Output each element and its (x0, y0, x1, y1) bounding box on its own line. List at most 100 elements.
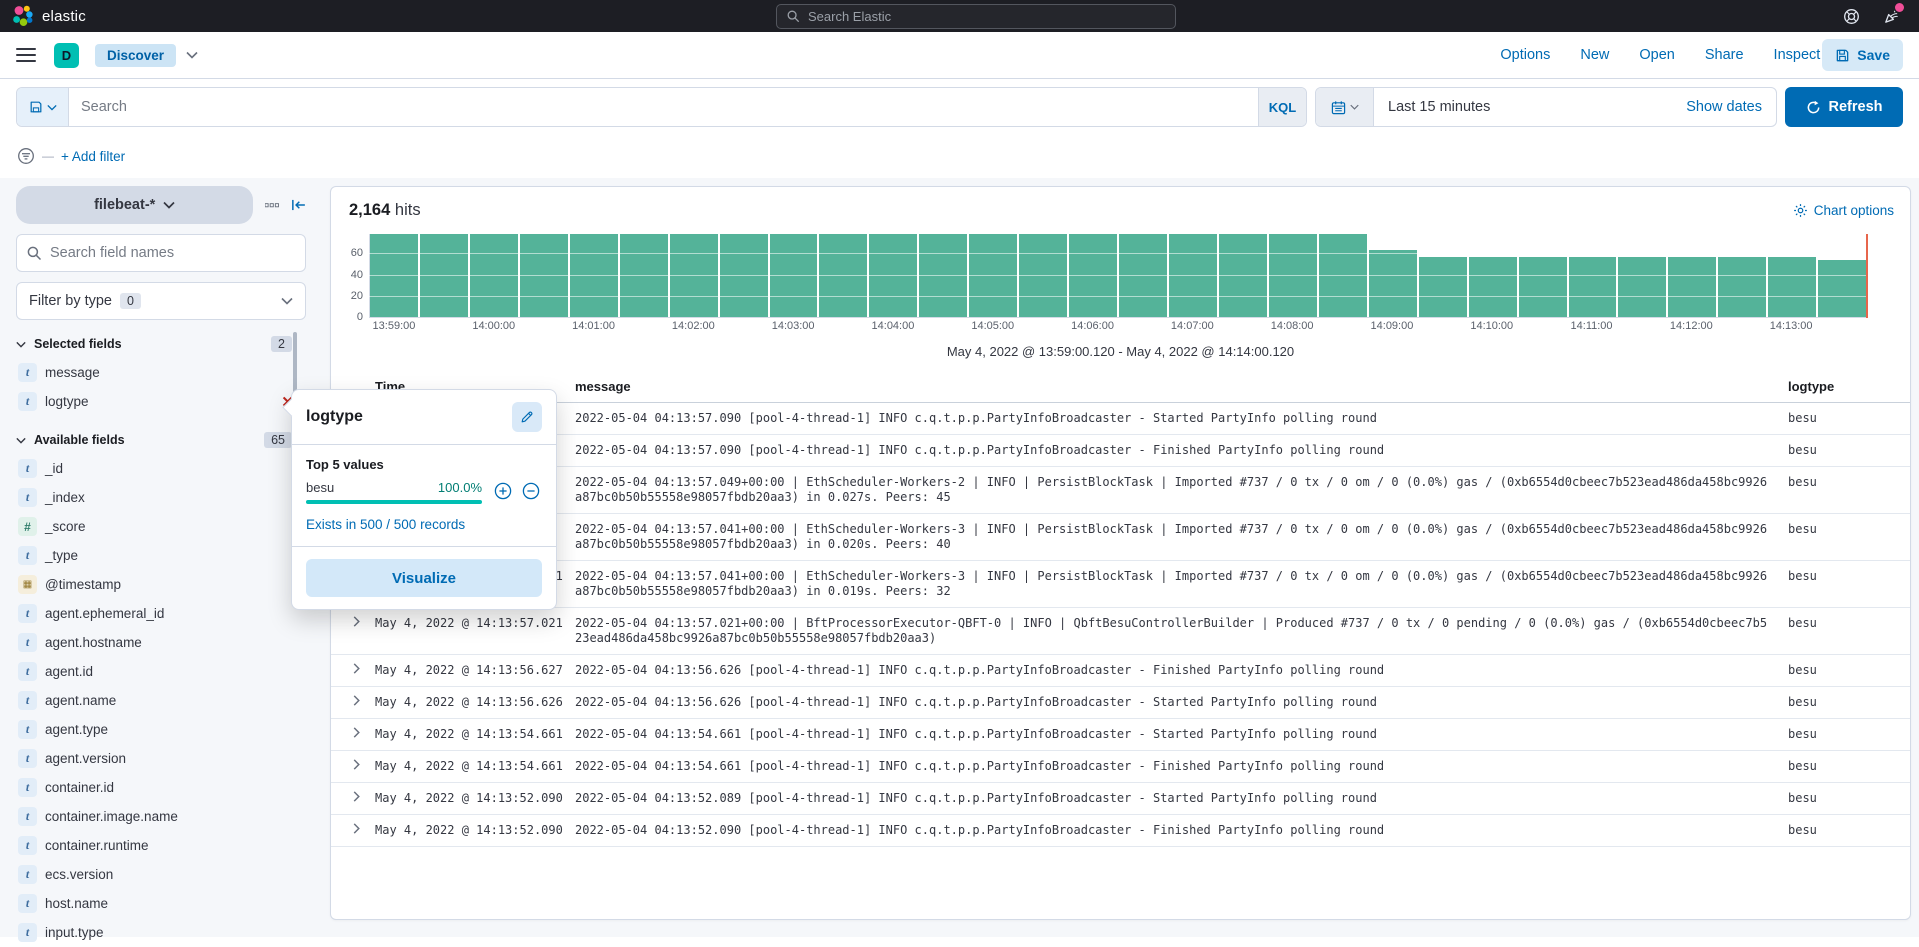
histogram-bar[interactable] (1569, 257, 1617, 318)
filter-out-value-icon[interactable] (522, 482, 540, 500)
histogram-bar[interactable] (720, 234, 768, 318)
table-header-logtype[interactable]: logtype (1788, 379, 1900, 394)
available-fields-header[interactable]: Available fields 65 (16, 432, 306, 448)
space-badge[interactable]: D (54, 43, 79, 68)
top-menu-link[interactable]: Options (1500, 47, 1550, 63)
global-search-input[interactable]: Search Elastic (776, 4, 1176, 29)
visualize-button[interactable]: Visualize (306, 559, 542, 597)
histogram-bar[interactable] (869, 234, 917, 318)
histogram-bar[interactable] (520, 234, 568, 318)
histogram-bar[interactable] (1768, 257, 1816, 318)
histogram-bar[interactable] (670, 234, 718, 318)
table-row: May 4, 2022 @ 14:13:52.090 2022-05-04 04… (331, 783, 1910, 815)
field-item[interactable]: t agent.type (16, 715, 306, 744)
boxes-horizontal-icon[interactable] (265, 203, 279, 208)
expand-row-icon[interactable] (351, 759, 375, 770)
field-item[interactable]: t container.runtime (16, 831, 306, 860)
histogram-bar[interactable] (370, 234, 418, 318)
field-item[interactable]: t input.type (16, 918, 306, 947)
table-row: May 4, 2022 @ 14:13:57.041 2022-05-04 04… (331, 561, 1910, 608)
histogram-bar[interactable] (1818, 260, 1866, 319)
histogram-bar[interactable] (969, 234, 1017, 318)
field-item[interactable]: t container.image.name (16, 802, 306, 831)
query-search-input[interactable] (69, 88, 1258, 126)
field-item[interactable]: t agent.name (16, 686, 306, 715)
histogram-bar[interactable] (420, 234, 468, 318)
expand-row-icon[interactable] (351, 823, 375, 834)
histogram-bar[interactable] (620, 234, 668, 318)
histogram-bar[interactable] (1519, 257, 1567, 318)
show-dates-button[interactable]: Show dates (1686, 99, 1776, 115)
field-item[interactable]: t agent.ephemeral_id (16, 599, 306, 628)
top-menu-link[interactable]: New (1580, 47, 1609, 63)
histogram-bar[interactable] (470, 234, 518, 318)
field-item[interactable]: t _id (16, 454, 306, 483)
histogram-bar[interactable] (1019, 234, 1067, 318)
saved-query-menu-button[interactable] (17, 88, 69, 126)
histogram-bar[interactable] (1618, 257, 1666, 318)
breadcrumb[interactable]: Discover (95, 44, 176, 67)
help-icon[interactable] (1841, 6, 1861, 26)
histogram-bar[interactable] (1219, 234, 1267, 318)
edit-field-button[interactable] (512, 402, 542, 432)
field-item[interactable]: t agent.hostname (16, 628, 306, 657)
field-item[interactable]: t host.name (16, 889, 306, 918)
histogram-bar[interactable] (1718, 257, 1766, 318)
histogram-bar[interactable] (1668, 257, 1716, 318)
exists-in-records-link[interactable]: Exists in 500 / 500 records (306, 517, 542, 532)
histogram-bar[interactable] (1169, 234, 1217, 318)
refresh-button[interactable]: Refresh (1785, 87, 1903, 127)
histogram-bar[interactable] (1319, 234, 1367, 318)
field-item-logtype[interactable]: t logtype ✕ (16, 387, 306, 416)
row-time-cell: May 4, 2022 @ 14:13:56.627 (375, 663, 575, 678)
expand-row-icon[interactable] (351, 616, 375, 627)
histogram-bar[interactable] (1269, 234, 1317, 318)
field-item-message[interactable]: t message (16, 358, 306, 387)
histogram-bar[interactable] (819, 234, 867, 318)
save-button[interactable]: Save (1822, 39, 1903, 71)
histogram-bar[interactable] (770, 234, 818, 318)
date-quick-select-button[interactable] (1316, 88, 1374, 126)
expand-row-icon[interactable] (351, 791, 375, 802)
newsfeed-icon[interactable] (1881, 6, 1901, 26)
top-menu-link[interactable]: Inspect (1774, 47, 1821, 63)
menu-icon[interactable] (16, 44, 36, 66)
top-menu-link[interactable]: Share (1705, 47, 1744, 63)
histogram-bar[interactable] (1419, 257, 1467, 318)
time-range-label[interactable]: Last 15 minutes (1374, 99, 1490, 115)
histogram-plot[interactable] (369, 234, 1866, 318)
field-item[interactable]: # _score (16, 512, 306, 541)
index-pattern-switcher[interactable]: filebeat-* (16, 186, 253, 224)
filter-for-value-icon[interactable] (494, 482, 512, 500)
field-search-input[interactable]: Search field names (16, 234, 306, 272)
field-item[interactable]: t _index (16, 483, 306, 512)
field-item[interactable]: t agent.id (16, 657, 306, 686)
histogram-bar[interactable] (1119, 234, 1167, 318)
field-item[interactable]: t _type (16, 541, 306, 570)
filter-by-type-select[interactable]: Filter by type 0 (16, 282, 306, 320)
histogram-bar[interactable] (1469, 257, 1517, 318)
row-logtype-cell: besu (1788, 522, 1900, 537)
chart-options-button[interactable]: Chart options (1793, 203, 1894, 218)
query-language-button[interactable]: KQL (1258, 88, 1306, 126)
expand-row-icon[interactable] (351, 695, 375, 706)
expand-row-icon[interactable] (351, 663, 375, 674)
histogram-bar[interactable] (570, 234, 618, 318)
field-item[interactable]: ▦ @timestamp (16, 570, 306, 599)
filter-set-icon[interactable] (17, 147, 35, 165)
table-header-message[interactable]: message (575, 379, 1788, 394)
field-token-icon: t (18, 778, 37, 797)
selected-fields-header[interactable]: Selected fields 2 (16, 336, 306, 352)
field-item[interactable]: t container.id (16, 773, 306, 802)
expand-row-icon[interactable] (351, 727, 375, 738)
field-item[interactable]: t ecs.version (16, 860, 306, 889)
histogram-bar[interactable] (1369, 250, 1417, 318)
field-item[interactable]: t agent.version (16, 744, 306, 773)
histogram-bar[interactable] (919, 234, 967, 318)
histogram-bar[interactable] (1069, 234, 1117, 318)
collapse-sidebar-icon[interactable] (291, 198, 306, 212)
chevron-down-icon[interactable] (186, 51, 198, 59)
top-menu-link[interactable]: Open (1639, 47, 1674, 63)
elastic-logo[interactable]: elastic (0, 5, 86, 27)
add-filter-button[interactable]: + Add filter (61, 149, 125, 164)
